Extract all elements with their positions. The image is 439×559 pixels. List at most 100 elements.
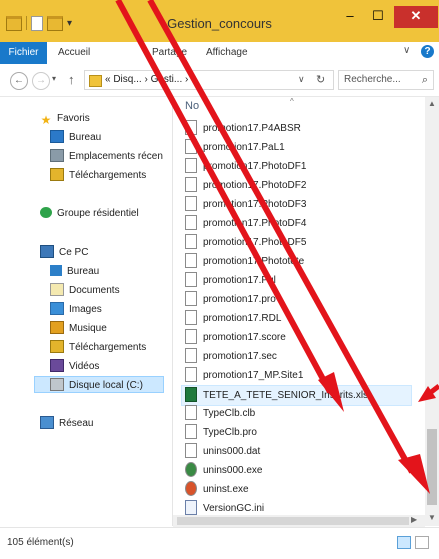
file-name: promotion17.RDL [203, 313, 282, 324]
file-row[interactable]: promotion17.P4ABSR [185, 119, 411, 138]
file-name: promotion17.PhotoDF5 [203, 237, 307, 248]
file-name: promotion17.score [203, 332, 286, 343]
tab-view[interactable]: Affichage [198, 42, 256, 64]
file-row[interactable]: promotion17.PhotoDF5 [185, 233, 411, 252]
scrollbar-thumb[interactable] [177, 517, 409, 525]
sidebar-item-pictures[interactable]: Images [50, 301, 102, 318]
column-header-name[interactable]: No [185, 100, 199, 112]
scrollbar-thumb[interactable] [427, 429, 437, 505]
file-row[interactable]: promotion17.PhotoDF2 [185, 176, 411, 195]
large-icons-view-icon[interactable] [415, 536, 429, 549]
file-row[interactable]: promotion17.PhotoDF3 [185, 195, 411, 214]
file-row-selected[interactable]: TETE_A_TETE_SENIOR_Inscrits.xls [181, 385, 412, 406]
file-name: promotion17.PhotoDF4 [203, 218, 307, 229]
sidebar-item-label: Groupe résidentiel [57, 208, 139, 219]
title-bar[interactable]: ▾ Gestion_concours – ☐ ✕ [0, 0, 439, 42]
star-icon: ★ [40, 112, 52, 127]
uninstaller-icon [185, 480, 197, 496]
settings-file-icon [185, 499, 197, 515]
pictures-icon [50, 301, 64, 315]
file-row[interactable]: uninst.exe [185, 480, 411, 499]
file-row[interactable]: promotion17.score [185, 328, 411, 347]
file-row[interactable]: promotion17.PhotoDF1 [185, 157, 411, 176]
recent-locations-icon[interactable]: ▾ [52, 74, 56, 83]
excel-file-icon [185, 386, 197, 402]
sidebar-item-recent-places[interactable]: Emplacements récen [50, 148, 163, 165]
scroll-down-icon[interactable]: ▼ [425, 513, 439, 522]
file-row[interactable]: unins000.dat [185, 442, 411, 461]
file-icon [185, 404, 197, 420]
file-row[interactable]: promotion17.PaL1 [185, 138, 411, 157]
file-icon [185, 214, 197, 230]
file-name: promotion17_MP.Site1 [203, 370, 304, 381]
file-row[interactable]: TypeClb.pro [185, 423, 411, 442]
ribbon-expand-icon[interactable]: ∨ [403, 45, 410, 56]
folder-icon [89, 75, 102, 87]
horizontal-scrollbar[interactable]: ▶ [173, 515, 425, 527]
downloads-icon [50, 339, 64, 353]
file-name: TETE_A_TETE_SENIOR_Inscrits.xls [203, 390, 369, 401]
file-name: TypeClb.clb [203, 408, 256, 419]
sidebar-item-network[interactable]: Réseau [40, 415, 93, 432]
search-input[interactable]: Recherche... [344, 74, 401, 85]
file-name: promotion17.PhotoDF2 [203, 180, 307, 191]
file-row[interactable]: unins000.exe [185, 461, 411, 480]
minimize-button[interactable]: – [336, 6, 364, 28]
sidebar-item-label: Disque local (C:) [69, 380, 143, 391]
up-button[interactable]: ↑ [68, 72, 75, 87]
sidebar-item-pc-downloads[interactable]: Téléchargements [50, 339, 146, 356]
sidebar-item-videos[interactable]: Vidéos [50, 358, 99, 375]
sort-ascending-icon: ^ [290, 97, 294, 106]
file-row[interactable]: promotion17.sec [185, 347, 411, 366]
breadcrumb[interactable]: « Disq... › Gesti... › [105, 74, 188, 85]
details-view-icon[interactable] [397, 536, 411, 549]
installer-icon [185, 461, 197, 477]
address-dropdown-icon[interactable]: ∨ [298, 74, 305, 85]
file-row[interactable]: promotion17.Phototete [185, 252, 411, 271]
file-row[interactable]: promotion17.Pql [185, 271, 411, 290]
forward-button[interactable]: → [32, 72, 50, 90]
navigation-pane: ★ Favoris Bureau Emplacements récen Téléc… [0, 97, 173, 526]
sidebar-item-local-disk[interactable]: Disque local (C:) [34, 376, 164, 393]
tab-file[interactable]: Fichier [0, 42, 47, 64]
scroll-up-icon[interactable]: ▲ [425, 99, 439, 108]
status-bar: 105 élément(s) [0, 527, 439, 559]
file-icon [185, 366, 197, 382]
file-row[interactable]: promotion17.PhotoDF4 [185, 214, 411, 233]
close-button[interactable]: ✕ [394, 6, 438, 28]
refresh-icon[interactable]: ↻ [316, 73, 325, 86]
sidebar-item-label: Ce PC [59, 247, 89, 258]
documents-icon [50, 282, 64, 296]
help-icon[interactable]: ? [421, 45, 434, 58]
file-name: promotion17.PhotoDF3 [203, 199, 307, 210]
tab-share[interactable]: Partage [144, 42, 195, 64]
sidebar-item-pc-desktop[interactable]: Bureau [50, 263, 99, 280]
sidebar-item-homegroup[interactable]: Groupe résidentiel [40, 205, 139, 222]
maximize-button[interactable]: ☐ [364, 6, 392, 28]
file-row[interactable]: TypeClb.clb [185, 404, 411, 423]
file-icon [185, 157, 197, 173]
recent-places-icon [50, 148, 64, 162]
local-disk-icon [50, 377, 64, 391]
sidebar-item-desktop[interactable]: Bureau [50, 129, 101, 146]
navigation-bar: ← → ▾ ↑ « Disq... › Gesti... › ∨ ↻ Reche… [0, 64, 439, 97]
address-bar[interactable]: « Disq... › Gesti... › ∨ ↻ [84, 70, 334, 90]
file-icon [185, 442, 197, 458]
sidebar-item-favorites[interactable]: ★ Favoris [40, 110, 90, 127]
sidebar-item-downloads[interactable]: Téléchargements [50, 167, 146, 184]
network-icon [40, 415, 54, 429]
file-name: uninst.exe [203, 484, 249, 495]
back-button[interactable]: ← [10, 72, 28, 90]
scroll-right-icon[interactable]: ▶ [411, 515, 417, 524]
search-box[interactable]: Recherche... ⌕ [338, 70, 434, 90]
vertical-scrollbar[interactable]: ▲ ▼ [425, 97, 439, 526]
music-icon [50, 320, 64, 334]
sidebar-item-this-pc[interactable]: Ce PC [40, 244, 88, 261]
file-row[interactable]: promotion17.RDL [185, 309, 411, 328]
tab-home[interactable]: Accueil [50, 42, 98, 64]
file-row[interactable]: promotion17_MP.Site1 [185, 366, 411, 385]
sidebar-item-label: Emplacements récen [69, 151, 163, 162]
sidebar-item-documents[interactable]: Documents [50, 282, 120, 299]
sidebar-item-music[interactable]: Musique [50, 320, 107, 337]
file-row[interactable]: promotion17.pro [185, 290, 411, 309]
